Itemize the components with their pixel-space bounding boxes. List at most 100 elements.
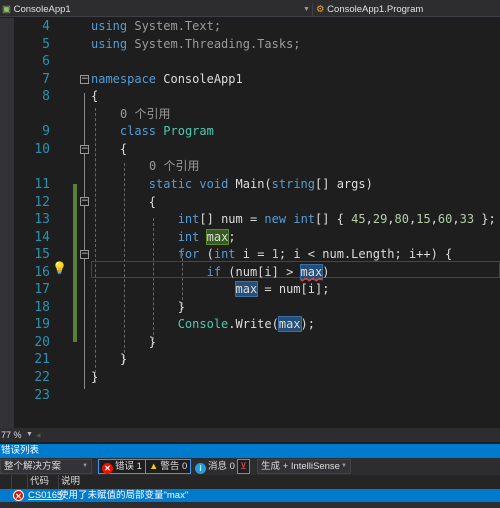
code-line: 21 } — [14, 351, 500, 369]
code-text[interactable]: if (num[i] > max) — [91, 263, 329, 282]
class-icon: ⚙ — [316, 4, 325, 15]
errors-label: 错误 1 — [115, 461, 142, 472]
codelens-text[interactable]: 0 个引用 — [120, 106, 170, 124]
code-token: max — [299, 263, 324, 280]
code-token: i = — [235, 247, 272, 262]
code-token: { — [91, 141, 128, 156]
code-text[interactable]: int[] num = new int[] { 45,29,80,15,60,3… — [91, 211, 496, 229]
line-number: 17 — [34, 282, 50, 298]
errors-filter-button[interactable]: ✕ 错误 1 — [98, 459, 146, 474]
code-token: static — [148, 176, 193, 191]
error-code-link[interactable]: CS0165 — [28, 489, 62, 502]
line-number: 15 — [34, 247, 50, 263]
code-editor[interactable]: − − − − 💡 4 using System.Text; 5 using Syst… — [14, 18, 500, 428]
code-token: } — [91, 370, 99, 384]
line-number: 4 — [42, 19, 50, 34]
code-token: max — [205, 228, 230, 245]
code-text[interactable]: using System.Text; — [91, 18, 221, 36]
column-divider — [27, 475, 28, 489]
code-text[interactable]: } — [91, 369, 98, 387]
warnings-filter-button[interactable]: ▲ 警告 0 — [145, 459, 192, 474]
project-icon: ▣ — [2, 4, 11, 15]
code-line: 6 — [14, 53, 500, 71]
code-text[interactable]: int max; — [91, 228, 236, 247]
code-token: ; i < num.Length; i++) { — [278, 247, 453, 262]
code-token: 33 — [459, 212, 475, 227]
scope-value: 整个解决方案 — [4, 461, 62, 472]
codelens-references: 0 个引用 — [14, 106, 500, 124]
code-token: [] { — [315, 212, 352, 227]
error-row[interactable]: ✕ CS0165 使用了未赋值的局部变量"max" — [0, 489, 500, 502]
code-token: Console — [177, 317, 229, 332]
code-text[interactable]: namespace ConsoleApp1 — [91, 71, 243, 89]
code-token: 29 — [372, 212, 388, 227]
code-text[interactable]: for (int i = 1; i < num.Length; i++) { — [91, 246, 453, 264]
code-token: .Write( — [228, 317, 279, 332]
code-token: (num[i] > — [221, 264, 301, 279]
project-dropdown[interactable]: ▣ ConsoleApp1 — [0, 3, 310, 17]
code-line: 5 using System.Threading.Tasks; — [14, 36, 500, 54]
chevron-down-icon: ▼ — [341, 463, 347, 469]
code-text[interactable]: Console.Write(max); — [91, 316, 315, 334]
code-token: int — [293, 212, 316, 227]
column-header-description[interactable]: 说明 — [61, 475, 80, 489]
code-line: 9 class Program — [14, 123, 500, 141]
code-token: , — [452, 212, 460, 227]
line-number: 7 — [42, 71, 50, 87]
code-line: 8{ — [14, 88, 500, 106]
code-token: 80 — [394, 212, 409, 227]
code-text[interactable]: } — [91, 351, 127, 369]
code-line: 19 Console.Write(max); — [14, 316, 500, 334]
class-dropdown[interactable]: ⚙ ConsoleApp1.Program — [312, 3, 500, 17]
code-text[interactable]: using System.Threading.Tasks; — [91, 36, 301, 54]
panel-bottom — [0, 502, 500, 508]
line-number: 8 — [42, 89, 50, 105]
project-name: ConsoleApp1 — [13, 4, 71, 15]
line-number: 21 — [34, 352, 50, 368]
scroll-left-icon[interactable]: ◂ — [36, 428, 41, 442]
code-token: 60 — [437, 212, 453, 227]
line-number: 5 — [42, 36, 50, 52]
indicator-margin — [0, 18, 14, 428]
line-number: 9 — [42, 124, 50, 140]
error-description: 使用了未赋值的局部变量"max" — [59, 490, 189, 501]
line-number: 20 — [34, 334, 50, 350]
code-token: ( — [199, 247, 214, 262]
messages-label: 消息 0 — [208, 461, 235, 472]
code-line: 20 } — [14, 334, 500, 352]
code-text[interactable]: { — [91, 194, 156, 212]
code-token: , — [365, 212, 373, 227]
code-text[interactable]: { — [91, 141, 127, 159]
code-text[interactable]: static void Main(string[] args) — [91, 176, 373, 194]
chevron-down-icon[interactable]: ▼ — [303, 3, 310, 17]
line-number: 6 — [42, 54, 50, 70]
code-token: Main( — [228, 176, 272, 191]
code-text[interactable]: class Program — [91, 123, 214, 141]
scope-dropdown[interactable]: 整个解决方案 ▼ — [0, 459, 92, 474]
code-text[interactable]: { — [91, 88, 98, 106]
messages-filter-button[interactable]: i 消息 0 — [191, 459, 239, 474]
codelens-text[interactable]: 0 个引用 — [149, 158, 199, 176]
code-text[interactable]: } — [91, 299, 185, 317]
code-line: 11 static void Main(string[] args) — [14, 176, 500, 194]
line-number: 22 — [34, 370, 50, 385]
code-token: } — [91, 334, 157, 349]
code-text[interactable]: } — [91, 334, 156, 352]
class-name: ConsoleApp1.Program — [327, 4, 424, 15]
build-filter-dropdown[interactable]: 生成 + IntelliSense ▼ — [257, 459, 351, 474]
code-token: string — [271, 176, 316, 191]
line-number: 23 — [34, 387, 50, 403]
info-icon: i — [195, 463, 206, 474]
code-text[interactable]: max = num[i]; — [91, 281, 329, 299]
clear-filter-button[interactable]: ⊻ — [237, 459, 250, 474]
code-line: 23 — [14, 387, 500, 405]
column-header-code[interactable]: 代码 — [30, 475, 49, 489]
line-number: 14 — [34, 229, 50, 245]
chevron-down-icon[interactable]: ▼ — [26, 428, 33, 442]
